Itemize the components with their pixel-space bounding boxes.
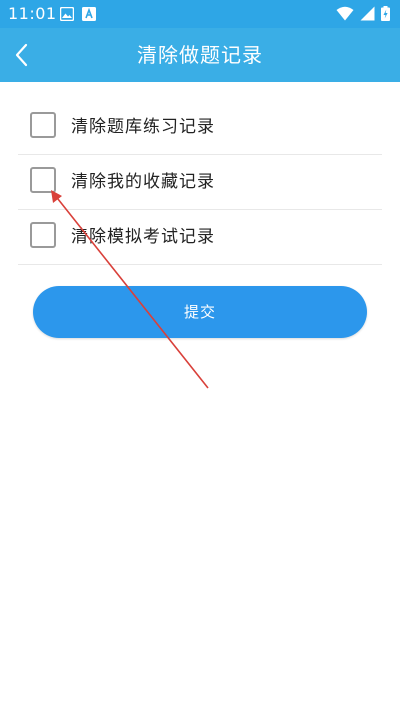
- checkbox[interactable]: [30, 222, 56, 248]
- option-label: 清除模拟考试记录: [71, 227, 215, 247]
- checkbox[interactable]: [30, 167, 56, 193]
- option-label: 清除我的收藏记录: [71, 172, 215, 192]
- wifi-icon: [336, 6, 354, 21]
- status-system-icons: [336, 6, 390, 21]
- cellular-signal-icon: [360, 6, 375, 21]
- option-list: 清除题库练习记录 清除我的收藏记录 清除模拟考试记录: [18, 100, 382, 265]
- status-notification-icons: [60, 7, 96, 21]
- option-label: 清除题库练习记录: [71, 117, 215, 137]
- checkbox[interactable]: [30, 112, 56, 138]
- app-screen: 11:01 清除做题记录 清除题库练习记录 清除我的收藏记录 清除模拟考试记录 …: [0, 0, 400, 711]
- battery-charging-icon: [381, 6, 390, 21]
- page-title: 清除做题记录: [137, 43, 263, 67]
- font-app-icon: [82, 7, 96, 21]
- status-time: 11:01: [8, 4, 57, 23]
- option-clear-favorite-records[interactable]: 清除我的收藏记录: [18, 155, 382, 210]
- image-icon: [60, 7, 74, 21]
- status-bar: 11:01: [0, 0, 400, 28]
- submit-button[interactable]: 提交: [33, 286, 367, 338]
- option-clear-practice-records[interactable]: 清除题库练习记录: [18, 100, 382, 155]
- title-bar: 清除做题记录: [0, 28, 400, 82]
- option-clear-mock-exam-records[interactable]: 清除模拟考试记录: [18, 210, 382, 265]
